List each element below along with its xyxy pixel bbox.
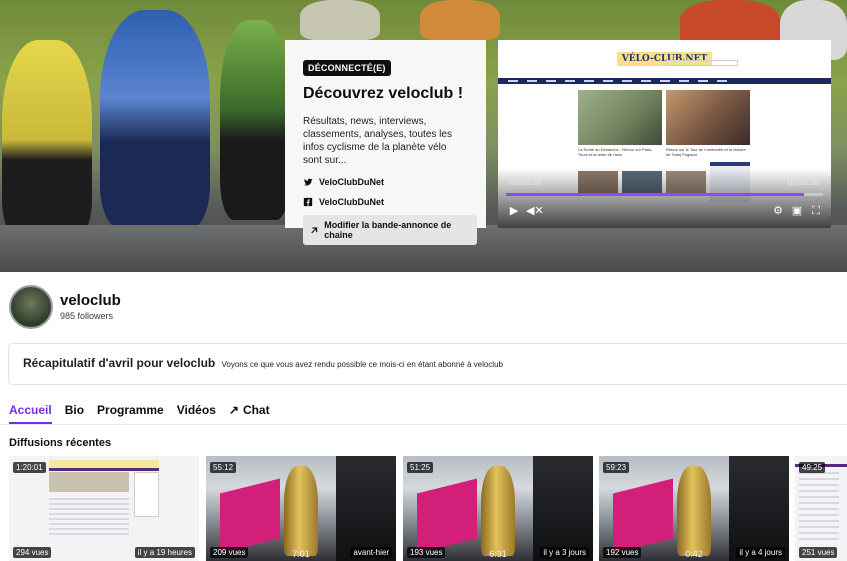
video-age: avant-hier <box>350 547 392 558</box>
banner-rider <box>220 20 290 220</box>
external-arrow-icon: ↗ <box>228 403 239 417</box>
twitter-link[interactable]: VeloClubDuNet <box>303 177 468 187</box>
video-duration: 59:23 <box>603 462 630 473</box>
total-time: 00:00:28 <box>787 178 819 187</box>
article-caption: La Sortie du Dimanche - Retour sur Paris… <box>578 147 653 157</box>
video-views: 192 vues <box>603 547 642 558</box>
site-search-box <box>666 60 738 66</box>
recap-text: Voyons ce que vous avez rendu possible c… <box>221 360 503 369</box>
video-age: il y a 4 jours <box>736 547 785 558</box>
current-time: 00:00:28 <box>510 178 542 187</box>
external-arrow-icon <box>311 226 318 233</box>
player-controls-scrim <box>498 168 831 228</box>
clip-icon[interactable]: ▣ <box>791 205 803 217</box>
tab-chat-label: Chat <box>242 403 270 417</box>
tab-home[interactable]: Accueil <box>9 403 52 424</box>
video-duration: 1:20:01 <box>13 462 46 473</box>
offline-info-card: DÉCONNECTÉ(E) Découvrez veloclub ! Résul… <box>285 40 486 245</box>
edit-trailer-label: Modifier la bande-annonce de chaîne <box>324 220 452 240</box>
twitter-icon <box>304 178 313 186</box>
video-card[interactable]: 59:23 0:42 192 vues il y a 4 jours <box>599 456 789 561</box>
video-views: 251 vues <box>799 547 838 558</box>
video-duration: 51:25 <box>407 462 434 473</box>
video-duration: 49:25 <box>799 462 826 473</box>
seek-bar-fill <box>506 193 804 196</box>
channel-name[interactable]: veloclub <box>60 292 121 309</box>
offline-status-badge: DÉCONNECTÉ(E) <box>303 60 391 76</box>
facebook-icon <box>303 197 313 207</box>
video-age: il y a 19 heures <box>134 547 195 558</box>
play-icon[interactable]: ▶ <box>508 205 520 217</box>
seek-bar[interactable] <box>506 193 823 196</box>
channel-tabs: Accueil Bio Programme Vidéos ↗ Chat <box>9 403 270 424</box>
banner-rider <box>300 0 380 40</box>
video-duration: 55:12 <box>210 462 237 473</box>
section-title: Diffusions récentes <box>9 437 112 449</box>
card-description: Résultats, news, interviews, classements… <box>303 116 452 166</box>
recap-title: Récapitulatif d'avril pour veloclub <box>23 356 216 370</box>
article-thumbnail <box>578 90 662 145</box>
video-card[interactable]: 51:25 6:31 193 vues il y a 3 jours <box>403 456 593 561</box>
twitter-label: VeloClubDuNet <box>319 177 385 187</box>
banner-rider <box>100 10 210 230</box>
facebook-link[interactable]: VeloClubDuNet <box>303 197 468 207</box>
tab-videos[interactable]: Vidéos <box>177 403 216 424</box>
fullscreen-icon[interactable]: ⛶ <box>810 205 822 217</box>
card-title: Découvrez veloclub ! <box>303 85 464 102</box>
video-card[interactable]: 49:25 251 vues <box>795 456 847 561</box>
facebook-label: VeloClubDuNet <box>319 197 385 207</box>
article-caption: Retour sur le Tour de Lombardie et la vi… <box>666 147 746 157</box>
video-age: il y a 3 jours <box>540 547 589 558</box>
follower-count: 985 followers <box>60 311 114 321</box>
video-views: 294 vues <box>13 547 52 558</box>
edit-trailer-button[interactable]: Modifier la bande-annonce de chaîne <box>303 215 477 245</box>
tab-chat[interactable]: ↗ Chat <box>229 403 270 424</box>
tab-bio[interactable]: Bio <box>65 403 84 424</box>
tabs-divider <box>0 424 847 425</box>
site-nav-bar <box>498 78 831 84</box>
video-views: 209 vues <box>210 547 249 558</box>
site-header: VÉLO-CLUB.NET <box>498 40 831 78</box>
video-card[interactable]: 55:12 7:01 209 vues avant-hier <box>206 456 396 561</box>
article-thumbnail <box>666 90 750 145</box>
trailer-video-player[interactable]: VÉLO-CLUB.NET La Sortie du Dimanche - Re… <box>498 40 831 228</box>
banner-rider <box>420 0 500 40</box>
banner-rider <box>2 40 92 240</box>
settings-gear-icon[interactable]: ⚙ <box>772 205 784 217</box>
video-views: 193 vues <box>407 547 446 558</box>
video-card[interactable]: 1:20:01 294 vues il y a 19 heures <box>9 456 199 561</box>
volume-mute-icon[interactable]: ◀✕ <box>526 205 544 217</box>
monthly-recap-banner[interactable]: Récapitulatif d'avril pour veloclub Voyo… <box>8 343 847 385</box>
tab-schedule[interactable]: Programme <box>97 403 164 424</box>
channel-avatar[interactable] <box>9 285 53 329</box>
